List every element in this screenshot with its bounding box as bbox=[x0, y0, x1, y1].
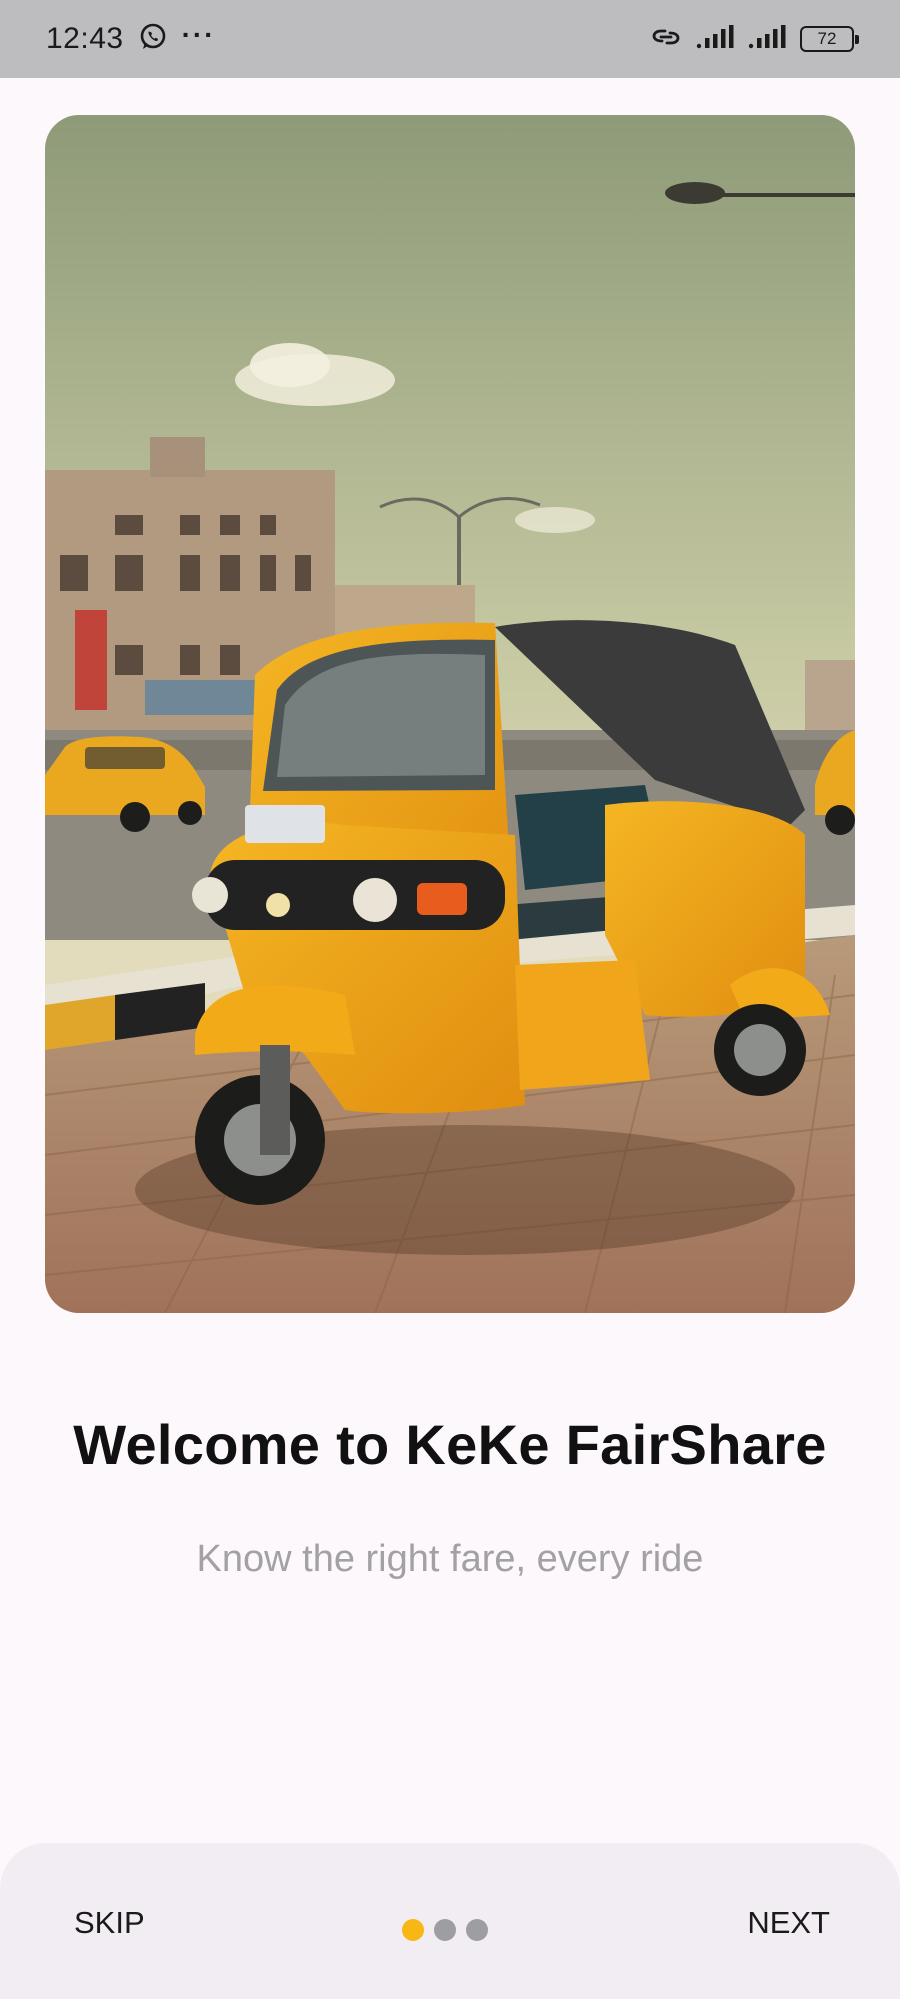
next-button[interactable]: NEXT bbox=[747, 1905, 830, 1941]
link-icon bbox=[648, 22, 684, 57]
status-bar: 12:43 ··· 72 bbox=[0, 0, 900, 78]
whatsapp-icon bbox=[138, 22, 168, 57]
skip-button[interactable]: SKIP bbox=[74, 1905, 145, 1941]
onboarding-title: Welcome to KeKe FairShare bbox=[73, 1413, 827, 1476]
onboarding-subtitle: Know the right fare, every ride bbox=[196, 1538, 704, 1580]
signal-1-icon bbox=[696, 24, 736, 55]
onboarding-bottom-bar: SKIP NEXT bbox=[0, 1843, 900, 1999]
battery-level: 72 bbox=[817, 29, 837, 48]
status-time: 12:43 bbox=[46, 22, 124, 55]
status-right: 72 bbox=[648, 22, 859, 57]
page-indicator bbox=[402, 1919, 488, 1941]
battery-icon: 72 bbox=[800, 26, 859, 52]
onboarding-hero-image bbox=[45, 115, 855, 1313]
signal-2-icon bbox=[748, 24, 788, 55]
status-left: 12:43 ··· bbox=[46, 19, 216, 57]
page-dot-2[interactable] bbox=[434, 1919, 456, 1941]
page-dot-3[interactable] bbox=[466, 1919, 488, 1941]
more-dots-icon: ··· bbox=[181, 19, 216, 50]
page-dot-1[interactable] bbox=[402, 1919, 424, 1941]
